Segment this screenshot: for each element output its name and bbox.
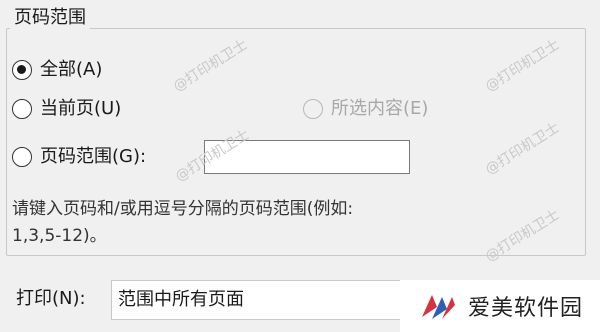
radio-current-page-indicator[interactable] [12,99,32,119]
radio-all[interactable]: 全部(A) [12,58,102,82]
logo-text: 爱美软件园 [468,296,584,321]
radio-all-indicator[interactable] [12,60,32,80]
radio-page-range-indicator[interactable] [12,147,32,167]
hint-line-1: 请键入页码和/或用逗号分隔的页码范围(例如: [12,199,354,219]
radio-page-range-label: 页码范围(G): [40,146,147,167]
radio-current-page-label: 当前页(U) [40,98,122,119]
radio-all-label: 全部(A) [40,59,103,80]
logo-icon [422,295,455,319]
site-logo: 爱美软件园 [400,280,600,332]
radio-current-page[interactable]: 当前页(U) [12,97,121,121]
page-range-group: 页码范围 全部(A) 当前页(U) 所选内容(E) 页码范围(G): 请键入页码… [0,0,600,262]
group-title: 页码范围 [10,6,90,30]
radio-selection-label: 所选内容(E) [331,98,429,119]
radio-selection-indicator [303,99,323,119]
radio-page-range[interactable]: 页码范围(G): [12,145,146,169]
page-range-input[interactable] [204,140,410,174]
radio-selection: 所选内容(E) [303,97,428,121]
page-range-hint: 请键入页码和/或用逗号分隔的页码范围(例如: 1,3,5-12)。 [12,196,572,250]
print-label: 打印(N): [16,288,86,309]
hint-line-2: 1,3,5-12)。 [12,226,107,246]
